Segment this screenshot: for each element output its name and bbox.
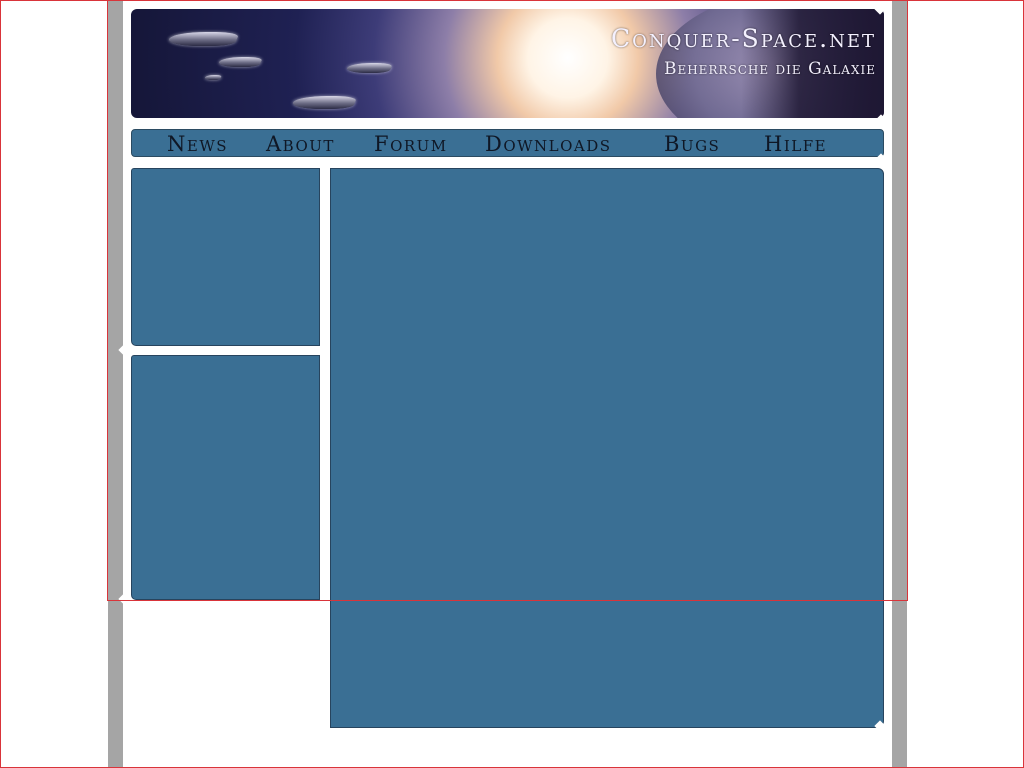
banner-separator — [123, 119, 892, 127]
nav-link-about[interactable]: About — [266, 132, 335, 156]
right-rail — [892, 0, 907, 768]
navigation-separator — [123, 158, 892, 166]
nav-link-news[interactable]: News — [167, 132, 228, 156]
main-navigation: News About Forum Downloads Bugs Hilfe — [131, 129, 884, 157]
top-separator — [123, 0, 892, 7]
empty-left-area — [123, 602, 328, 768]
spaceship-icon — [166, 32, 240, 46]
spaceship-icon — [216, 57, 264, 67]
spaceship-icon — [203, 75, 223, 80]
left-rail — [108, 0, 123, 768]
sidebar-top-panel — [131, 168, 320, 346]
spaceship-icon — [344, 63, 394, 73]
main-content-panel — [330, 168, 884, 728]
site-subtitle: Beherrsche die Galaxie — [663, 59, 876, 79]
site-title: Conquer-Space.net — [610, 24, 876, 53]
nav-link-forum[interactable]: Forum — [374, 132, 448, 156]
sidebar-bottom-panel — [131, 355, 320, 600]
spaceship-icon — [290, 96, 358, 109]
site-banner: Conquer-Space.net Beherrsche die Galaxie — [131, 9, 884, 118]
nav-link-hilfe[interactable]: Hilfe — [764, 132, 827, 156]
nav-link-bugs[interactable]: Bugs — [664, 132, 720, 156]
nav-link-downloads[interactable]: Downloads — [485, 132, 612, 156]
